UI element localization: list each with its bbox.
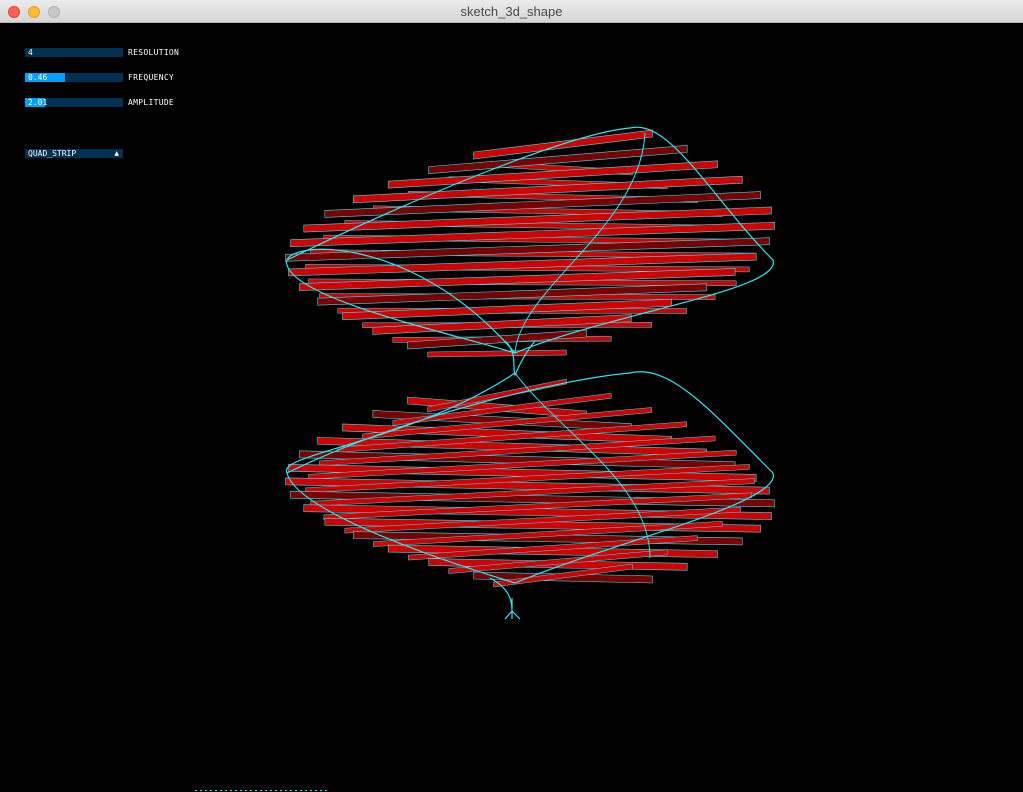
window-title: sketch_3d_shape	[460, 4, 563, 19]
amplitude-slider[interactable]: 2.01	[25, 98, 123, 107]
upper-ribbon-cross	[427, 349, 567, 358]
frequency-control: 0.46 FREQUENCY	[25, 73, 174, 82]
resolution-label: RESOLUTION	[128, 48, 180, 57]
resolution-value: 4	[28, 48, 33, 57]
sketch-canvas[interactable]: 4 RESOLUTION 0.46 FREQUENCY 2.01 AMPLITU…	[0, 23, 1023, 792]
chevron-up-icon: ▲	[114, 150, 119, 157]
frequency-label: FREQUENCY	[128, 73, 175, 82]
amplitude-value: 2.01	[28, 98, 48, 107]
shape-mode-dropdown[interactable]: QUAD_STRIP ▲	[25, 149, 123, 158]
resolution-slider[interactable]: 4	[25, 48, 123, 57]
shape-mode-value: QUAD_STRIP	[28, 149, 77, 158]
title-bar[interactable]: sketch_3d_shape	[0, 0, 1023, 23]
neck-outline	[504, 340, 536, 377]
frequency-value: 0.46	[28, 73, 48, 82]
amplitude-label: AMPLITUDE	[128, 98, 175, 107]
amplitude-control: 2.01 AMPLITUDE	[25, 98, 174, 107]
3d-shape-render	[285, 126, 775, 620]
app-window: sketch_3d_shape 4 RESOLUTION 0.46 FREQUE…	[0, 0, 1023, 792]
resolution-control: 4 RESOLUTION	[25, 48, 179, 57]
frequency-slider[interactable]: 0.46	[25, 73, 123, 82]
